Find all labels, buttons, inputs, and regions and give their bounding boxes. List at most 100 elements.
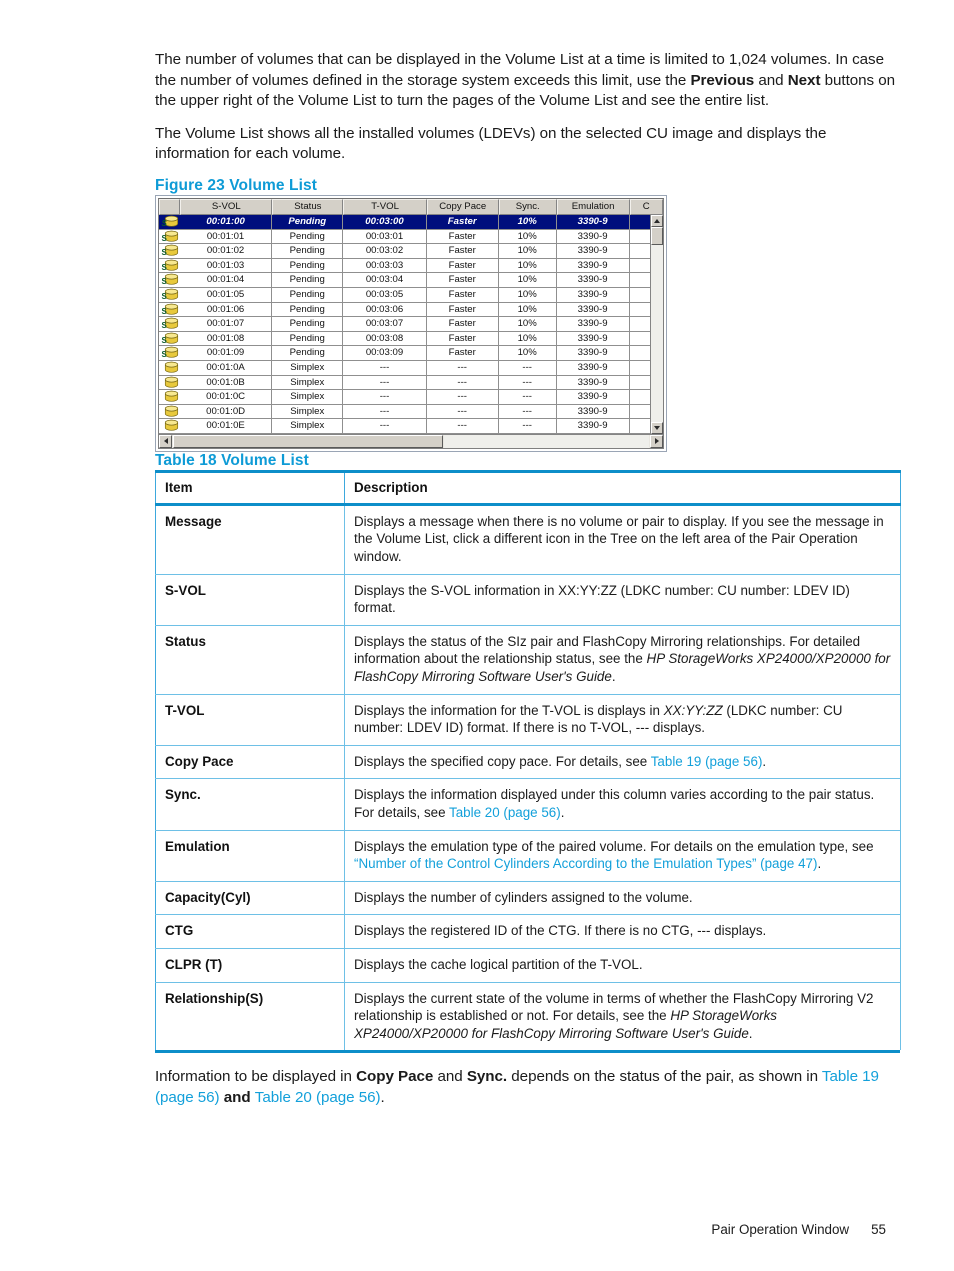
grid-header-status[interactable]: Status xyxy=(272,198,344,215)
grid-cell-s-vol: 00:01:0C xyxy=(180,390,273,404)
arrow-up-icon xyxy=(654,218,660,223)
grid-row[interactable]: S 00:01:04 Pending 00:03:04 Faster 10% 3390-9 xyxy=(159,273,663,288)
grid-row[interactable]: 00:01:0C Simplex --- --- --- 3390-9 xyxy=(159,390,663,405)
volume-list-description-table: Item Description Message Displays a messa… xyxy=(155,469,901,1051)
table-cell-description: Displays a message when there is no volu… xyxy=(344,504,901,575)
grid-cell-sync: 10% xyxy=(499,331,557,346)
page-footer: Pair Operation Window 55 xyxy=(0,1222,954,1237)
vertical-scroll-thumb[interactable] xyxy=(651,226,663,245)
grid-cell-s-vol: 00:01:0E xyxy=(180,419,273,433)
grid-cell-status: Simplex xyxy=(272,404,344,419)
grid-cell-sync: --- xyxy=(499,419,557,433)
volume-simplex-icon xyxy=(164,405,179,417)
grid-cell-copy-pace: Faster xyxy=(427,302,499,317)
link-table-20[interactable]: Table 20 (page 56) xyxy=(255,1089,381,1106)
scroll-down-button[interactable] xyxy=(651,421,663,434)
table-cell-item: Status xyxy=(155,625,345,695)
volume-s-vol-icon: S xyxy=(162,347,179,359)
grid-cell-sync: --- xyxy=(499,404,557,419)
description-cross-reference-link[interactable]: “Number of the Control Cylinders Accordi… xyxy=(354,856,817,871)
document-page: The number of volumes that can be displa… xyxy=(0,0,954,1271)
grid-cell-sync: 10% xyxy=(499,346,557,360)
description-cross-reference-link[interactable]: Table 19 (page 56) xyxy=(651,754,763,769)
grid-header-sync[interactable]: Sync. xyxy=(498,198,557,215)
grid-header-icon-column[interactable] xyxy=(159,198,181,215)
volume-s-vol-icon: S xyxy=(162,230,179,243)
grid-cell-sync: 10% xyxy=(499,287,557,302)
grid-row[interactable]: S 00:01:01 Pending 00:03:01 Faster 10% 3390-9 xyxy=(159,229,663,245)
grid-row[interactable]: 00:01:0D Simplex --- --- --- 3390-9 xyxy=(159,404,663,420)
table-cell-description: Displays the registered ID of the CTG. I… xyxy=(344,914,901,949)
grid-cell-status: Simplex xyxy=(272,375,344,390)
table-cell-item: CLPR (T) xyxy=(155,948,345,983)
outro-part-a: Information to be displayed in xyxy=(155,1068,357,1086)
description-text-lead: Displays the specified copy pace. For de… xyxy=(354,753,651,769)
grid-column-header-row: S-VOL Status T-VOL Copy Pace Sync. Emula… xyxy=(159,198,663,215)
scroll-right-button[interactable] xyxy=(650,434,663,448)
grid-cell-emulation: 3390-9 xyxy=(557,317,630,331)
grid-header-emulation[interactable]: Emulation xyxy=(556,198,630,215)
grid-cell-status: Simplex xyxy=(272,390,344,404)
horizontal-scrollbar[interactable] xyxy=(159,433,663,448)
grid-cell-emulation: 3390-9 xyxy=(557,404,630,419)
table-cell-item: Copy Pace xyxy=(155,745,345,780)
grid-row[interactable]: S 00:01:08 Pending 00:03:08 Faster 10% 3390-9 xyxy=(159,331,663,347)
scroll-left-button[interactable] xyxy=(159,434,172,448)
svg-text:S: S xyxy=(162,350,168,359)
grid-cell-s-vol: 00:01:03 xyxy=(180,258,273,273)
grid-cell-s-vol: 00:01:01 xyxy=(180,229,273,244)
grid-cell-volume-icon: S xyxy=(159,230,180,244)
grid-row[interactable]: 00:01:0B Simplex --- --- --- 3390-9 xyxy=(159,375,663,391)
grid-cell-t-vol: 00:03:02 xyxy=(343,244,427,258)
grid-row[interactable]: S 00:01:05 Pending 00:03:05 Faster 10% 3390-9 xyxy=(159,287,663,303)
volume-simplex-icon xyxy=(164,376,179,388)
svg-text:S: S xyxy=(162,292,168,301)
grid-cell-copy-pace: Faster xyxy=(427,346,499,360)
grid-cell-sync: 10% xyxy=(499,258,557,273)
grid-cell-t-vol: 00:03:00 xyxy=(343,214,427,229)
description-cross-reference-link[interactable]: Table 20 (page 56) xyxy=(449,805,561,820)
vertical-scrollbar[interactable] xyxy=(650,214,663,434)
description-text: Displays the cache logical partition of … xyxy=(354,956,643,972)
grid-cell-emulation: 3390-9 xyxy=(557,390,630,404)
grid-cell-t-vol: 00:03:05 xyxy=(343,287,427,302)
grid-cell-t-vol: --- xyxy=(343,390,427,404)
grid-header-t-vol[interactable]: T-VOL xyxy=(343,198,427,215)
table-cell-description: Displays the cache logical partition of … xyxy=(344,948,901,983)
grid-cell-status: Pending xyxy=(272,331,344,346)
grid-header-copy-pace[interactable]: Copy Pace xyxy=(426,198,499,215)
intro-p1-part-c: and xyxy=(754,71,788,89)
grid-row[interactable]: S 00:01:00 Pending 00:03:00 Faster 10% 3390-9 xyxy=(159,214,663,230)
grid-row[interactable]: 00:01:0A Simplex --- --- --- 3390-9 xyxy=(159,360,663,376)
grid-row[interactable]: 00:01:0E Simplex --- --- --- 3390-9 xyxy=(159,419,663,434)
scroll-up-button[interactable] xyxy=(651,214,663,227)
volume-s-vol-icon: S xyxy=(162,259,179,272)
grid-row[interactable]: S 00:01:09 Pending 00:03:09 Faster 10% 3390-9 xyxy=(159,346,663,361)
description-text-lead: Displays the emulation type of the paire… xyxy=(354,838,874,854)
grid-row[interactable]: S 00:01:06 Pending 00:03:06 Faster 10% 3390-9 xyxy=(159,302,663,318)
grid-cell-volume-icon: S xyxy=(159,332,180,346)
grid-cell-sync: --- xyxy=(499,360,557,375)
sync-mention: Sync. xyxy=(466,1068,508,1086)
vertical-scroll-track[interactable] xyxy=(651,244,663,422)
previous-button-mention: Previous xyxy=(690,71,755,89)
horizontal-scroll-thumb[interactable] xyxy=(173,434,443,448)
grid-body: S 00:01:00 Pending 00:03:00 Faster 10% 3390-9 S… xyxy=(159,214,663,434)
grid-row[interactable]: S 00:01:02 Pending 00:03:02 Faster 10% 3390-9 xyxy=(159,244,663,259)
grid-cell-t-vol: 00:03:07 xyxy=(343,317,427,331)
svg-text:S: S xyxy=(162,234,168,243)
table-cell-description: Displays the specified copy pace. For de… xyxy=(344,745,901,780)
grid-cell-emulation: 3390-9 xyxy=(557,244,630,258)
grid-cell-s-vol: 00:01:0B xyxy=(180,375,273,390)
volume-simplex-icon xyxy=(164,420,179,431)
grid-header-s-vol[interactable]: S-VOL xyxy=(180,198,273,215)
grid-cell-volume-icon xyxy=(159,361,180,375)
table-cell-description: Displays the number of cylinders assigne… xyxy=(344,881,901,916)
table-row: CTG Displays the registered ID of the CTG… xyxy=(155,914,901,949)
table-cell-item: Sync. xyxy=(155,778,345,831)
grid-row[interactable]: S 00:01:07 Pending 00:03:07 Faster 10% 3390-9 xyxy=(159,317,663,332)
horizontal-scroll-track[interactable] xyxy=(444,434,649,448)
grid-row[interactable]: S 00:01:03 Pending 00:03:03 Faster 10% 3390-9 xyxy=(159,258,663,274)
grid-header-capacity-partial[interactable]: C xyxy=(629,198,663,215)
description-text: Displays a message when there is no volu… xyxy=(354,513,884,565)
